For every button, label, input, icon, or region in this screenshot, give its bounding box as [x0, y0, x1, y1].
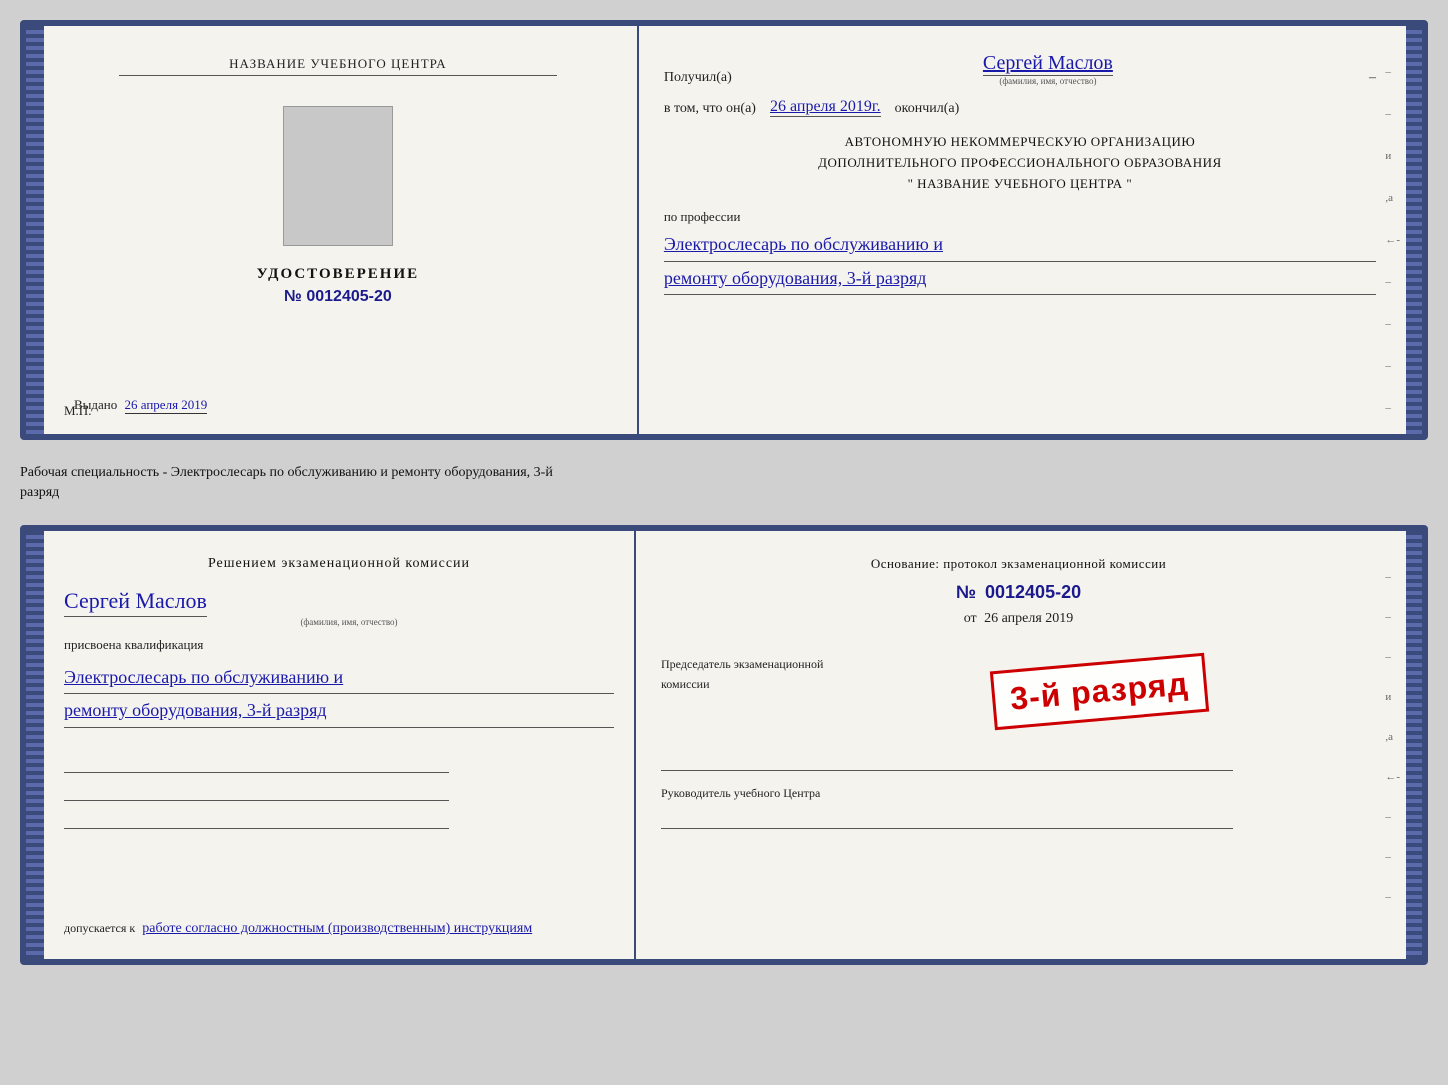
side-mark-2: – [1385, 108, 1400, 120]
date-prefix: в том, что он(а) [664, 101, 756, 117]
side-mark-left: ←- [1385, 234, 1400, 246]
qual-side-mark-4: – [1385, 811, 1400, 823]
right-spine-cert [1406, 26, 1422, 434]
stamp-area: Председатель экзаменационной комиссии 3-… [661, 652, 1376, 731]
recipient-prefix: Получил(а) [664, 70, 732, 86]
qualification-stamp: 3-й разряд [990, 653, 1209, 730]
sig-line-2 [64, 781, 449, 801]
cert-title: УДОСТОВЕРЕНИЕ [257, 266, 420, 283]
date-value: 26 апреля 2019г. [770, 98, 881, 117]
cert-left-panel: НАЗВАНИЕ УЧЕБНОГО ЦЕНТРА УДОСТОВЕРЕНИЕ №… [44, 26, 639, 434]
stamp-large-text: 3-й разряд [1009, 665, 1190, 717]
side-marks-qual-right: – – – и ,а ←- – – – [1385, 571, 1400, 903]
side-mark-a: ,а [1385, 192, 1400, 204]
qual-side-mark-3: – [1385, 651, 1400, 663]
org-block: АВТОНОМНУЮ НЕКОММЕРЧЕСКУЮ ОРГАНИЗАЦИЮ ДО… [664, 132, 1376, 194]
recipient-line: Получил(а) Сергей Маслов (фамилия, имя, … [664, 51, 1376, 86]
chairman-text-1: Председатель экзаменационной [661, 657, 823, 671]
basis-date-prefix: от [964, 611, 977, 626]
recipient-name-wrapper: Сергей Маслов (фамилия, имя, отчество) [740, 51, 1356, 86]
basis-text: Основание: протокол экзаменационной коми… [661, 556, 1376, 572]
side-mark-3: – [1385, 276, 1400, 288]
institution-name-left: НАЗВАНИЕ УЧЕБНОГО ЦЕНТРА [119, 56, 557, 76]
side-mark-i: и [1385, 150, 1400, 162]
dash-separator: – [1369, 70, 1376, 86]
certificate-document: НАЗВАНИЕ УЧЕБНОГО ЦЕНТРА УДОСТОВЕРЕНИЕ №… [20, 20, 1428, 440]
basis-date-value: 26 апреля 2019 [984, 611, 1073, 626]
sig-line-1 [64, 753, 449, 773]
decision-title: Решением экзаменационной комиссии [64, 556, 614, 572]
qual-side-mark-5: – [1385, 851, 1400, 863]
mp-label: М.П. [64, 403, 91, 419]
assigned-text: присвоена квалификация [64, 637, 614, 653]
right-sig-line-1 [661, 751, 1233, 771]
signature-lines [64, 753, 614, 829]
right-sig-line-2 [661, 809, 1233, 829]
qual-side-mark-1: – [1385, 571, 1400, 583]
side-mark-4: – [1385, 318, 1400, 330]
left-spine-qual [26, 531, 44, 959]
qual-name: Сергей Маслов [64, 587, 207, 617]
cert-right-panel: Получил(а) Сергей Маслов (фамилия, имя, … [639, 26, 1406, 434]
qual-profession-line1: Электрослесарь по обслуживанию и [64, 661, 614, 694]
chairman-label-line1: Председатель экзаменационной [661, 657, 823, 672]
qual-profession-line2: ремонту оборудования, 3-й разряд [64, 694, 614, 727]
between-text-block: Рабочая специальность - Электрослесарь п… [20, 458, 1428, 507]
org-line3: " НАЗВАНИЕ УЧЕБНОГО ЦЕНТРА " [664, 174, 1376, 195]
qual-side-mark-2: – [1385, 611, 1400, 623]
qual-side-mark-i: и [1385, 691, 1400, 703]
recipient-name: Сергей Маслов [983, 51, 1113, 76]
qual-fio-subtitle: (фамилия, имя, отчество) [280, 617, 397, 627]
org-line1: АВТОНОМНУЮ НЕКОММЕРЧЕСКУЮ ОРГАНИЗАЦИЮ [664, 132, 1376, 153]
profession-line2: ремонту оборудования, 3-й разряд [664, 262, 1376, 295]
sig-line-3 [64, 809, 449, 829]
side-mark-1: – [1385, 66, 1400, 78]
admission-content: работе согласно должностным (производств… [142, 921, 532, 936]
director-label: Руководитель учебного Центра [661, 786, 1376, 801]
date-line: в том, что он(а) 26 апреля 2019г. окончи… [664, 98, 1376, 117]
profession-label: по профессии [664, 209, 1376, 225]
qual-left-panel: Решением экзаменационной комиссии Сергей… [44, 531, 636, 959]
qual-side-mark-6: – [1385, 891, 1400, 903]
chairman-text-2: комиссии [661, 677, 710, 691]
side-marks-right: – – и ,а ←- – – – – [1385, 66, 1400, 414]
side-mark-6: – [1385, 402, 1400, 414]
profession-line1: Электрослесарь по обслуживанию и [664, 228, 1376, 261]
issued-date: 26 апреля 2019 [125, 397, 208, 414]
basis-number: № 0012405-20 [661, 582, 1376, 603]
between-line2: разряд [20, 483, 1428, 503]
cert-number-value: 0012405-20 [306, 288, 391, 305]
admission-block: допускается к работе согласно должностны… [64, 918, 614, 939]
photo-placeholder [283, 106, 393, 246]
org-line2: ДОПОЛНИТЕЛЬНОГО ПРОФЕССИОНАЛЬНОГО ОБРАЗО… [664, 153, 1376, 174]
qual-side-mark-a: ,а [1385, 731, 1400, 743]
side-mark-5: – [1385, 360, 1400, 372]
cert-number-prefix: № [284, 288, 302, 305]
basis-number-value: 0012405-20 [985, 582, 1081, 602]
admission-prefix: допускается к [64, 921, 135, 935]
chairman-block: Председатель экзаменационной комиссии [661, 652, 823, 731]
qual-right-panel: Основание: протокол экзаменационной коми… [636, 531, 1406, 959]
qual-name-wrapper: Сергей Маслов (фамилия, имя, отчество) [64, 587, 614, 627]
cert-number: № 0012405-20 [284, 288, 392, 306]
basis-number-prefix: № [956, 582, 976, 602]
basis-date: от 26 апреля 2019 [661, 611, 1376, 627]
qual-side-mark-l: ←- [1385, 771, 1400, 783]
between-line1: Рабочая специальность - Электрослесарь п… [20, 463, 1428, 483]
chairman-label-line2: комиссии [661, 677, 823, 692]
director-text: Руководитель учебного Центра [661, 786, 820, 800]
fio-subtitle: (фамилия, имя, отчество) [999, 76, 1096, 86]
date-suffix: окончил(а) [895, 101, 960, 117]
qualification-document: Решением экзаменационной комиссии Сергей… [20, 525, 1428, 965]
left-spine [26, 26, 44, 434]
right-spine-qual [1406, 531, 1422, 959]
